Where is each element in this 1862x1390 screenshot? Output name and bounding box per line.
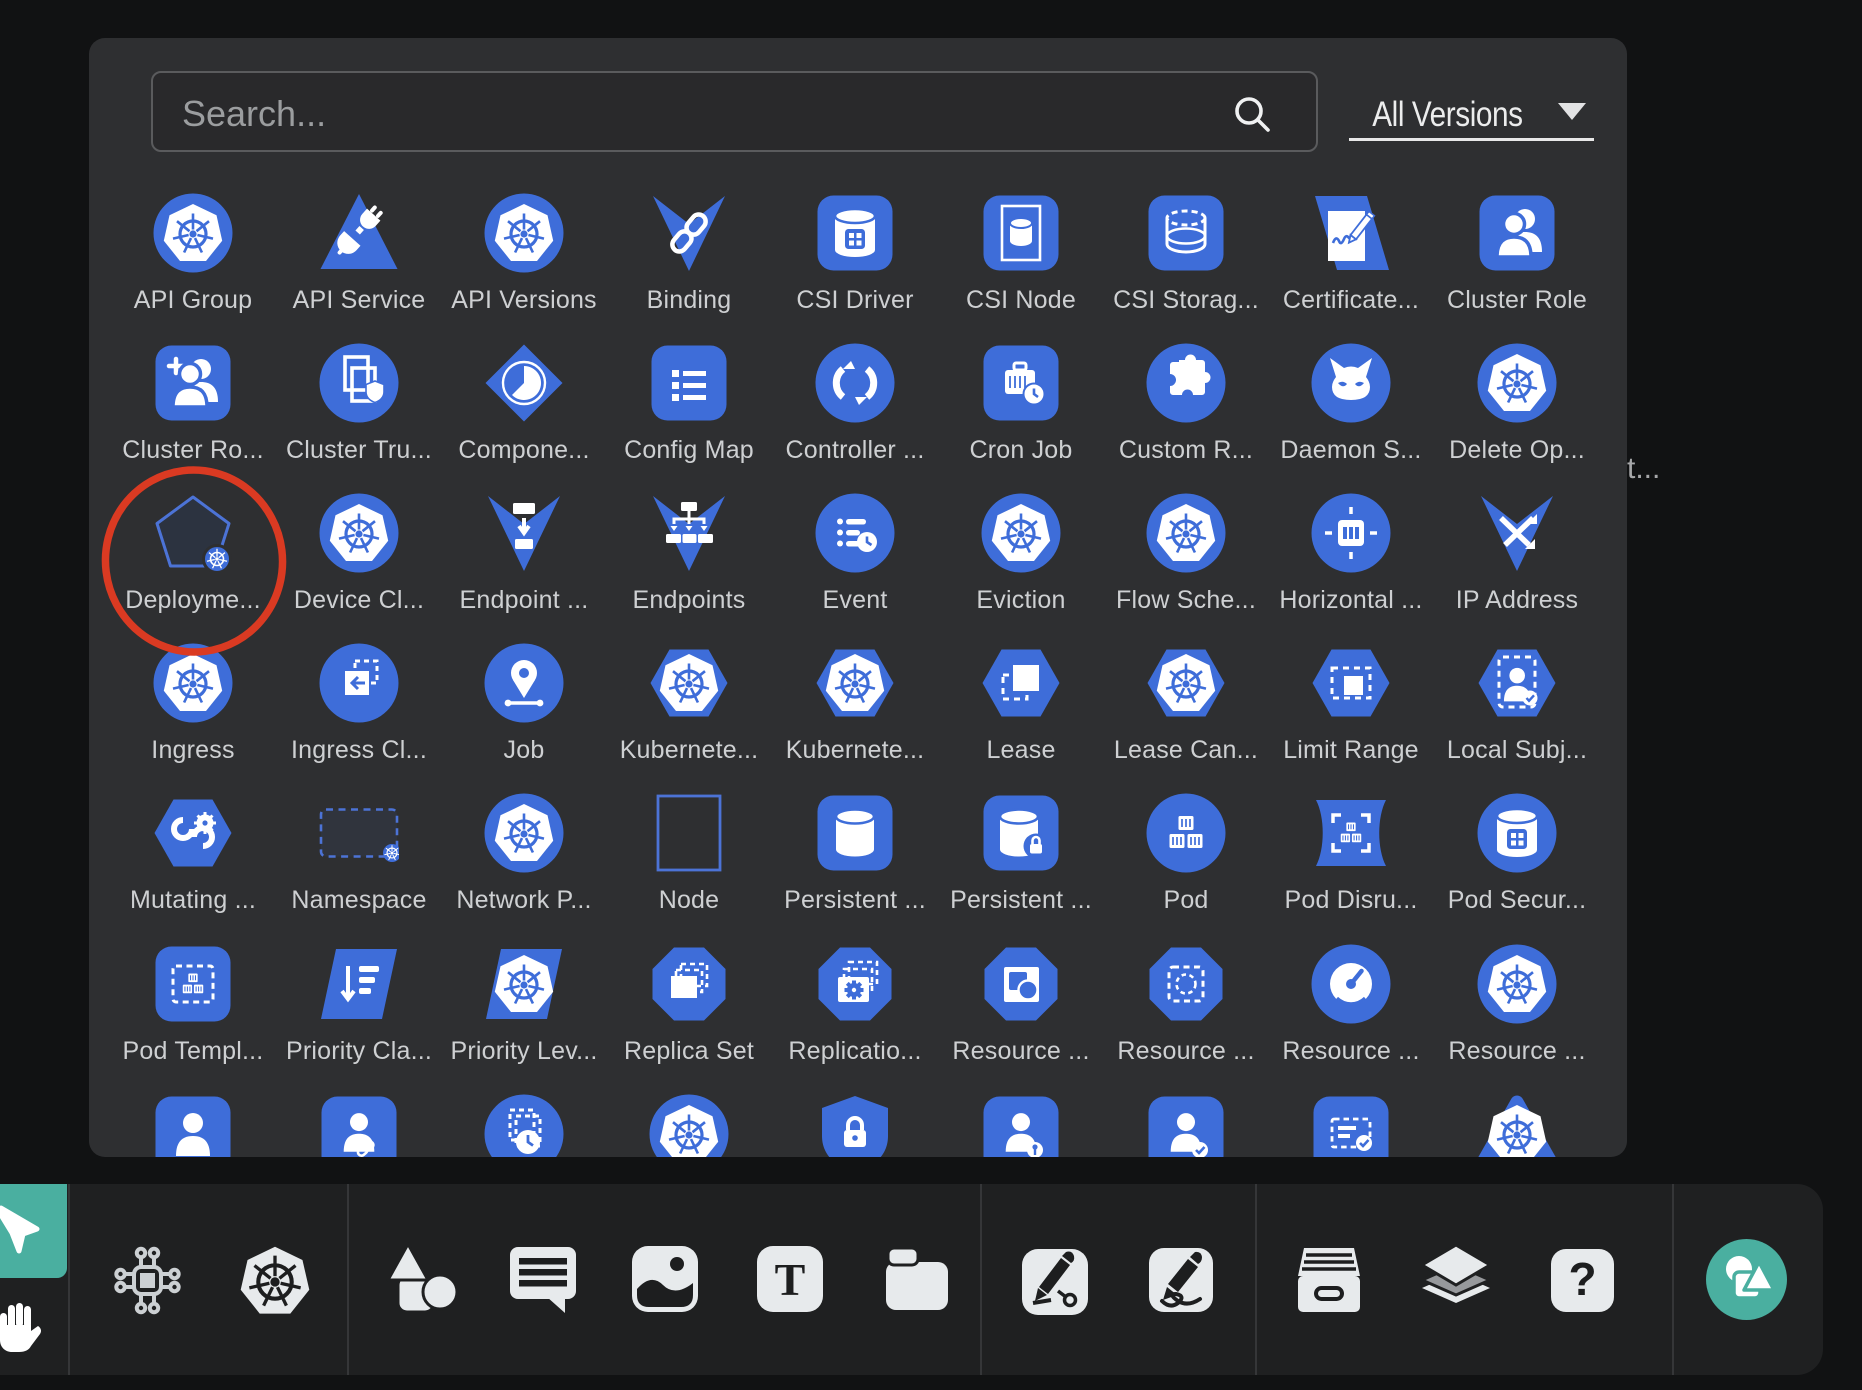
svg-text:?: ? xyxy=(1568,1253,1596,1305)
svg-text:T: T xyxy=(775,1254,806,1305)
